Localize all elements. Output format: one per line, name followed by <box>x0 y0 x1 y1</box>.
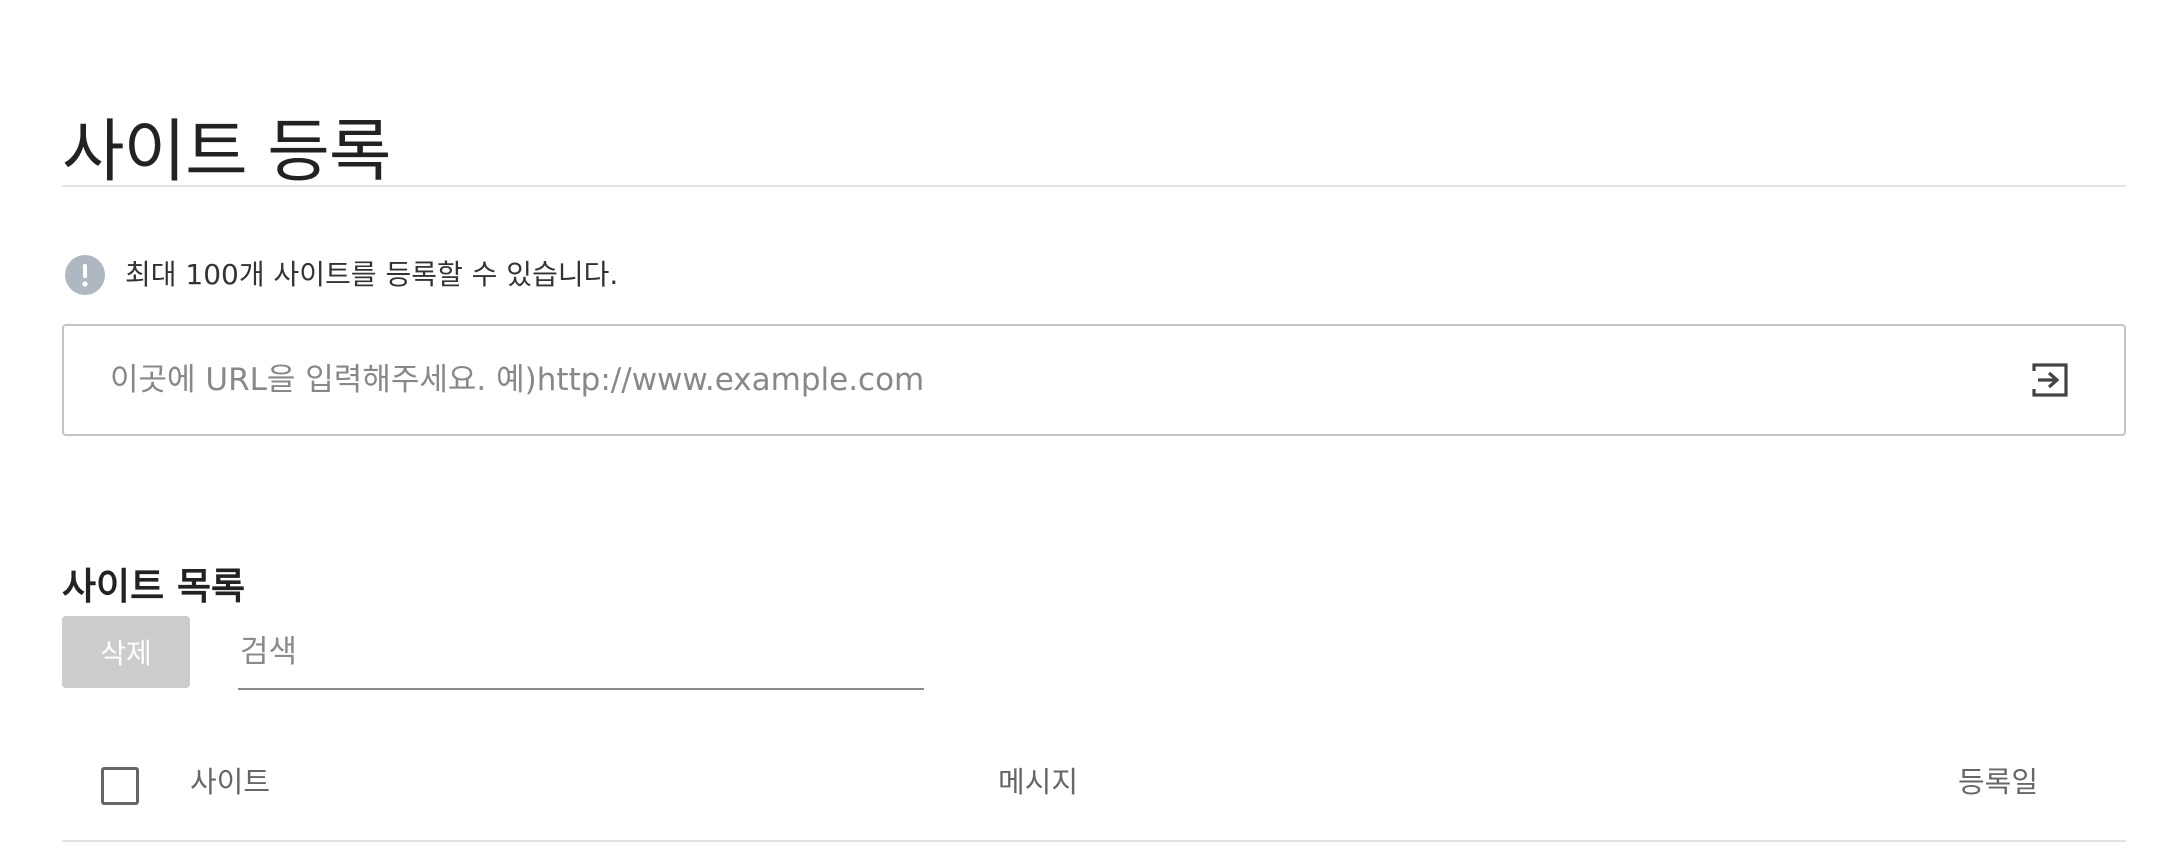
column-header-site[interactable]: 사이트 <box>190 758 270 806</box>
enter-arrow-icon[interactable] <box>2022 352 2078 408</box>
search-field <box>238 616 926 690</box>
column-header-date[interactable]: 등록일 <box>1958 758 2038 806</box>
select-all-checkbox[interactable] <box>101 767 139 805</box>
title-divider <box>62 185 2126 187</box>
exclamation-icon <box>65 255 105 295</box>
notice: 최대 100개 사이트를 등록할 수 있습니다. <box>65 253 618 297</box>
notice-text: 최대 100개 사이트를 등록할 수 있습니다. <box>125 258 619 291</box>
url-input[interactable] <box>64 326 2022 434</box>
delete-button[interactable]: 삭제 <box>62 616 190 688</box>
site-list-title: 사이트 목록 <box>62 564 246 608</box>
table-header: 사이트 메시지 등록일 <box>62 748 2126 842</box>
column-header-message[interactable]: 메시지 <box>998 758 1078 806</box>
url-input-box <box>62 324 2126 436</box>
search-input[interactable] <box>238 616 926 688</box>
